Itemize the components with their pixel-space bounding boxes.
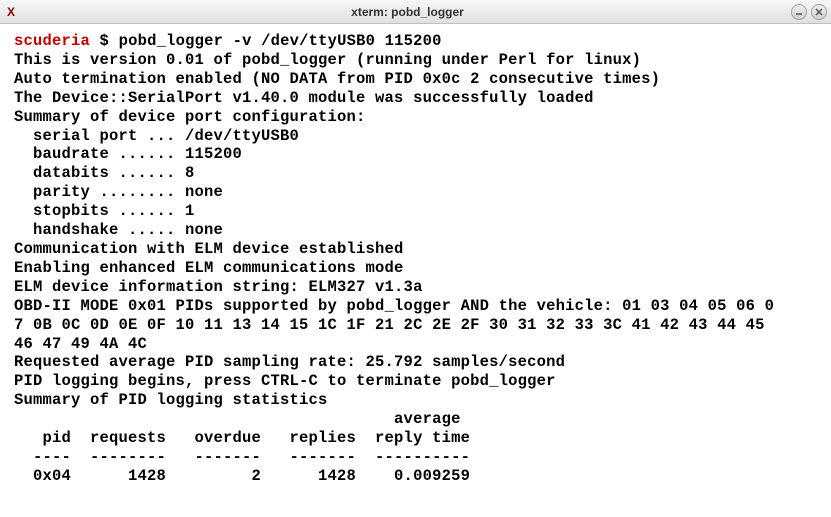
output-pids-2: 7 0B 0C 0D 0E 0F 10 11 13 14 15 1C 1F 21… xyxy=(14,316,765,334)
close-button[interactable] xyxy=(811,4,827,20)
output-logging-begins: PID logging begins, press CTRL-C to term… xyxy=(14,372,556,390)
table-divider: ---- -------- ------- ------- ---------- xyxy=(14,448,470,466)
output-autoterm: Auto termination enabled (NO DATA from P… xyxy=(14,70,660,88)
terminal-content[interactable]: scuderia $ pobd_logger -v /dev/ttyUSB0 1… xyxy=(0,24,831,517)
svg-text:X: X xyxy=(7,5,15,19)
table-header-1: average xyxy=(14,410,461,428)
config-handshake: handshake ..... none xyxy=(14,221,223,239)
minimize-button[interactable] xyxy=(791,4,807,20)
command-text: pobd_logger -v /dev/ttyUSB0 115200 xyxy=(119,32,442,50)
output-enhanced-mode: Enabling enhanced ELM communications mod… xyxy=(14,259,404,277)
output-config-header: Summary of device port configuration: xyxy=(14,108,366,126)
table-row: 0x04 1428 2 1428 0.009259 xyxy=(14,467,470,485)
titlebar-buttons xyxy=(791,4,827,20)
output-stats-header: Summary of PID logging statistics xyxy=(14,391,328,409)
config-baudrate: baudrate ...... 115200 xyxy=(14,145,242,163)
output-sampling-rate: Requested average PID sampling rate: 25.… xyxy=(14,353,565,371)
prompt-hostname: scuderia xyxy=(14,32,90,50)
config-stopbits: stopbits ...... 1 xyxy=(14,202,195,220)
output-serialport-module: The Device::SerialPort v1.40.0 module wa… xyxy=(14,89,594,107)
output-version: This is version 0.01 of pobd_logger (run… xyxy=(14,51,641,69)
output-device-info: ELM device information string: ELM327 v1… xyxy=(14,278,423,296)
window-titlebar: X xterm: pobd_logger xyxy=(0,0,831,24)
output-pids-3: 46 47 49 4A 4C xyxy=(14,335,147,353)
config-databits: databits ...... 8 xyxy=(14,164,195,182)
table-header-2: pid requests overdue replies reply time xyxy=(14,429,470,447)
prompt-dollar: $ xyxy=(100,32,110,50)
output-pids-1: OBD-II MODE 0x01 PIDs supported by pobd_… xyxy=(14,297,774,315)
config-parity: parity ........ none xyxy=(14,183,223,201)
app-icon: X xyxy=(4,4,20,20)
config-serial-port: serial port ... /dev/ttyUSB0 xyxy=(14,127,299,145)
output-comm-established: Communication with ELM device establishe… xyxy=(14,240,404,258)
window-title: xterm: pobd_logger xyxy=(24,5,791,19)
